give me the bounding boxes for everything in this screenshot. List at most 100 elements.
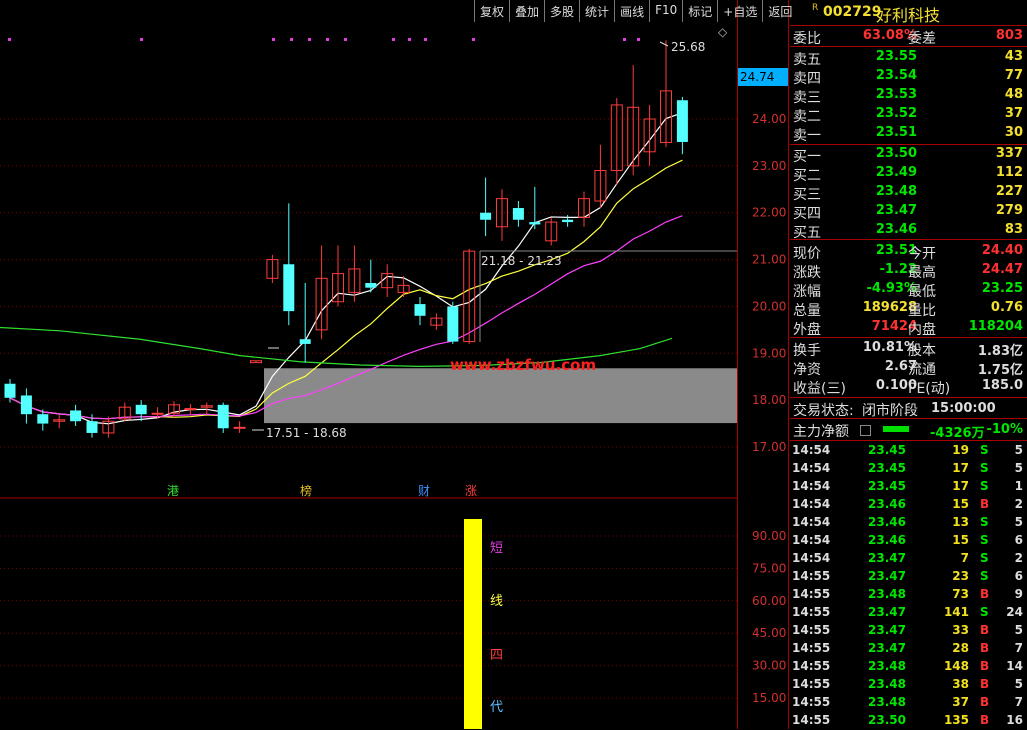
r-mark: R — [812, 3, 819, 13]
tick-count: 5 — [1014, 515, 1023, 529]
price-axis-label: 23.00 — [752, 159, 786, 173]
tick-volume: 33 — [952, 623, 969, 637]
indicator-label: 代 — [490, 700, 503, 715]
fundamental-row: 收益(三) 0.100 PE(动) 185.0 — [790, 377, 1027, 397]
stock-name[interactable]: 好利科技 — [876, 2, 940, 26]
quote-row: 总量 189628 量比 0.76 — [790, 299, 1027, 319]
weicha-value: 803 — [995, 28, 1023, 43]
tick-time: 14:54 — [792, 515, 831, 529]
fundamental-label: 流通 — [908, 362, 936, 378]
tick-volume: 141 — [943, 605, 969, 619]
signal-dot — [637, 38, 640, 41]
tick-side: B — [980, 695, 990, 709]
toolbar-button[interactable]: 统计 — [579, 0, 614, 22]
kline-chart[interactable]: 24.00 23.00 22.00 21.00 20.00 19.00 18.00 17.00… — [0, 0, 790, 729]
tick-volume: 7 — [960, 551, 969, 565]
signal-dot — [472, 38, 475, 41]
high-price-label: 25.68 — [671, 40, 705, 54]
ask-volume: 30 — [1004, 125, 1023, 140]
quote-label: 涨跌 — [793, 265, 821, 281]
axis-divider — [737, 0, 738, 729]
bid-row: 买一 23.50 337 — [790, 145, 1027, 165]
candle-body — [676, 100, 688, 142]
status-time: 15:00:00 — [931, 401, 996, 416]
tick-price: 23.48 — [868, 677, 906, 691]
signal-dot — [623, 38, 626, 41]
fundamental-label: 股本 — [908, 343, 936, 359]
toolbar-button[interactable]: 多股 — [544, 0, 579, 22]
ask-volume: 43 — [1004, 49, 1023, 64]
main-force-label: 主力净额 — [793, 424, 849, 440]
tick-row: 14:55 23.48 37 B 7 — [790, 694, 1027, 712]
tick-price: 23.45 — [868, 443, 906, 457]
tick-row: 14:55 23.48 38 B 5 — [790, 676, 1027, 694]
event-marker: 财 — [418, 484, 430, 498]
toolbar-button[interactable]: F10 — [649, 0, 682, 22]
ask-price: 23.51 — [875, 125, 917, 140]
candle-body — [37, 414, 49, 424]
tick-price: 23.48 — [868, 587, 906, 601]
tick-count: 5 — [1014, 677, 1023, 691]
tick-side: B — [980, 677, 990, 691]
ask-price: 23.52 — [875, 106, 917, 121]
toolbar-button[interactable]: 标记 — [682, 0, 717, 22]
tick-time: 14:55 — [792, 623, 831, 637]
candle-body — [184, 408, 197, 411]
quote-label: 最低 — [908, 284, 936, 300]
tick-price: 23.47 — [868, 551, 906, 565]
candle-body — [217, 404, 229, 429]
candle-body — [414, 304, 426, 316]
weicha-label: 委差 — [908, 31, 936, 47]
indicator-axis-label: 15.00 — [752, 691, 786, 705]
signal-dot — [326, 38, 329, 41]
ask-price: 23.55 — [875, 49, 917, 64]
tick-row: 14:55 23.50 135 B 16 — [790, 712, 1027, 730]
price-axis-label: 18.00 — [752, 393, 786, 407]
tick-volume: 17 — [952, 479, 969, 493]
tick-count: 16 — [1006, 713, 1023, 727]
ask-volume: 77 — [1004, 68, 1023, 83]
quote-value: 24.47 — [981, 262, 1023, 277]
toolbar-button[interactable]: 叠加 — [509, 0, 544, 22]
tick-count: 7 — [1014, 695, 1023, 709]
box-upper-label: 21.18 - 21.23 — [481, 254, 562, 268]
tick-count: 1 — [1014, 479, 1023, 493]
tick-side: S — [980, 515, 989, 529]
support-zone-box — [264, 368, 737, 424]
price-axis-label: 20.00 — [752, 299, 786, 313]
symbol-header: R 002729 好利科技 — [790, 0, 1027, 26]
indicator-label: 短 — [490, 541, 503, 556]
list-icon[interactable] — [860, 425, 871, 436]
tick-count: 6 — [1014, 533, 1023, 547]
candle-body — [447, 306, 459, 342]
price-axis-label: 19.00 — [752, 346, 786, 360]
ask-price: 23.53 — [875, 87, 917, 102]
tick-volume: 38 — [952, 677, 969, 691]
signal-dot — [344, 38, 347, 41]
tick-side: B — [980, 623, 990, 637]
quote-label: 内盘 — [908, 322, 936, 338]
toolbar-button[interactable]: 画线 — [614, 0, 649, 22]
stock-code[interactable]: 002729 — [823, 4, 881, 20]
indicator-label: 四 — [490, 648, 503, 663]
main-force-row: 主力净额 -4326万 -10% — [790, 420, 1027, 441]
toolbar-button[interactable]: +自选 — [717, 0, 762, 22]
watermark-text: www.zbzfwu.com — [450, 356, 596, 374]
ask-label: 卖四 — [793, 71, 821, 87]
quote-row: 涨跌 -1.22 最高 24.47 — [790, 261, 1027, 281]
ask-row: 卖三 23.53 48 — [790, 86, 1027, 106]
tick-row: 14:54 23.45 17 S 5 — [790, 460, 1027, 478]
tick-time: 14:55 — [792, 605, 831, 619]
tick-price: 23.48 — [868, 695, 906, 709]
status-label: 交易状态: — [793, 403, 854, 419]
tick-time: 14:54 — [792, 497, 831, 511]
tick-time: 14:54 — [792, 533, 831, 547]
high-pointer — [659, 41, 669, 47]
tick-side: S — [980, 605, 989, 619]
toolbar-button[interactable]: 复权 — [474, 0, 509, 22]
indicator-axis-label: 60.00 — [752, 594, 786, 608]
quote-label: 现价 — [793, 246, 821, 262]
ask-price: 23.54 — [875, 68, 917, 83]
tick-count: 5 — [1014, 623, 1023, 637]
tick-time: 14:55 — [792, 695, 831, 709]
